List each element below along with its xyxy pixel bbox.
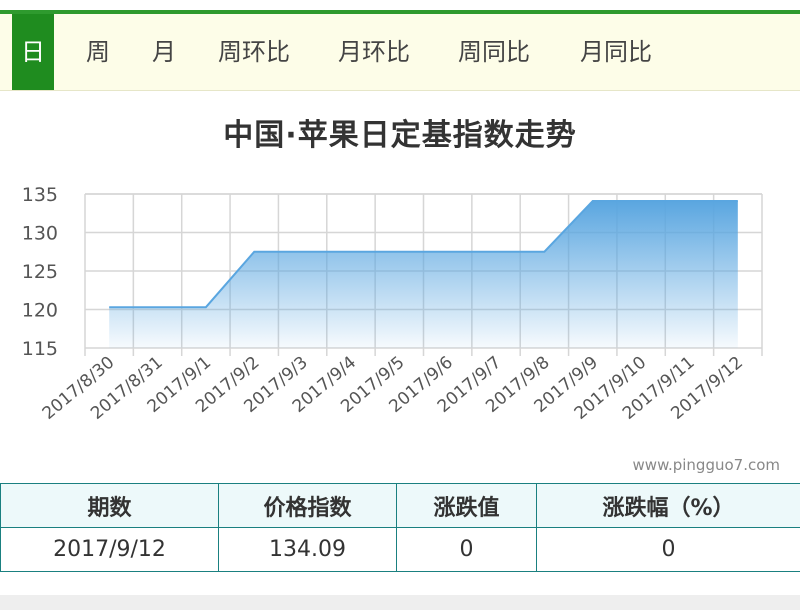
- data-point: [542, 250, 546, 254]
- header-period: 期数: [0, 483, 219, 528]
- footer-bar: [0, 595, 800, 610]
- chart-title: 中国·苹果日定基指数走势: [223, 118, 577, 153]
- tab-week-year-on-year[interactable]: 周同比: [458, 14, 530, 90]
- y-tick-label: 135: [22, 184, 58, 206]
- header-price-index: 价格指数: [218, 483, 397, 528]
- tab-day[interactable]: 日: [12, 14, 54, 90]
- y-tick-label: 130: [22, 223, 58, 245]
- data-point: [736, 199, 740, 203]
- tab-month[interactable]: 月: [152, 14, 176, 90]
- cell-period: 2017/9/12: [0, 527, 219, 572]
- table-header-row: 期数 价格指数 涨跌值 涨跌幅（%）: [0, 483, 800, 528]
- header-change-percent: 涨跌幅（%）: [536, 483, 800, 528]
- data-point: [107, 305, 111, 309]
- index-summary-table: 期数 价格指数 涨跌值 涨跌幅（%） 2017/9/12 134.09 0 0: [0, 483, 800, 572]
- site-watermark: www.pingguo7.com: [632, 456, 780, 474]
- data-point: [639, 199, 643, 203]
- cell-change-value: 0: [396, 527, 537, 572]
- data-point: [591, 199, 595, 203]
- data-point: [397, 250, 401, 254]
- tab-week[interactable]: 周: [86, 14, 110, 90]
- data-point: [204, 305, 208, 309]
- index-trend-chart: 1151201251301352017/8/302017/8/312017/9/…: [22, 184, 763, 424]
- tab-week-on-week[interactable]: 周环比: [218, 14, 290, 90]
- data-point: [687, 199, 691, 203]
- period-tab-bar: 日 周 月 周环比 月环比 周同比 月同比: [0, 14, 800, 91]
- tab-month-year-on-year[interactable]: 月同比: [580, 14, 652, 90]
- table-row: 2017/9/12 134.09 0 0: [0, 527, 800, 572]
- data-point: [156, 305, 160, 309]
- cell-change-percent: 0: [536, 527, 800, 572]
- header-change-value: 涨跌值: [396, 483, 537, 528]
- data-point: [301, 250, 305, 254]
- cell-price-index: 134.09: [218, 527, 397, 572]
- data-point: [349, 250, 353, 254]
- y-tick-label: 115: [22, 338, 58, 360]
- y-tick-label: 125: [22, 261, 58, 283]
- data-point: [252, 250, 256, 254]
- data-point: [494, 250, 498, 254]
- y-tick-label: 120: [22, 300, 58, 322]
- data-point: [446, 250, 450, 254]
- tab-month-on-month[interactable]: 月环比: [338, 14, 410, 90]
